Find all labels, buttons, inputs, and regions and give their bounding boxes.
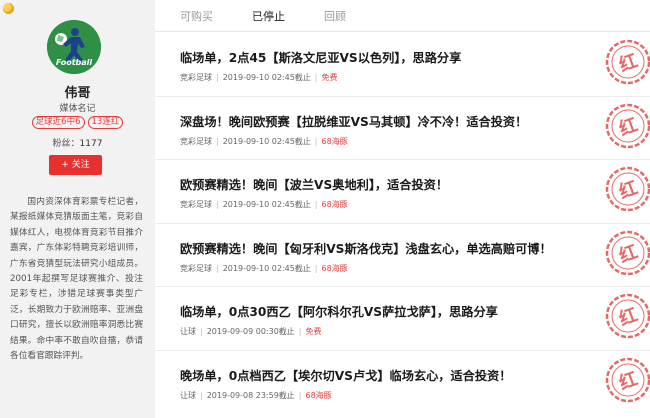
item-category: 竞彩足球 — [180, 73, 212, 82]
item-price: 68海豚 — [305, 390, 332, 400]
item-title[interactable]: 临场单，2点45【斯洛文尼亚VS以色列】，思路分享 — [180, 48, 461, 66]
svg-text:红: 红 — [616, 177, 640, 204]
football-player-icon: Football — [47, 20, 101, 74]
tab-bar: 可购买 已停止 回顾 — [155, 0, 650, 32]
item-category: 让球 — [180, 327, 196, 336]
item-price: 免费 — [321, 73, 338, 82]
item-time: 2019-09-08 23:59截止 — [206, 390, 295, 400]
item-title[interactable]: 临场单，0点30西乙【阿尔科尔孔VS萨拉戈萨】，思路分享 — [180, 302, 498, 320]
user-role: 媒体名记 — [59, 104, 96, 114]
tag-win-streak: 足球近6中6 — [31, 116, 85, 129]
svg-text:Football: Football — [56, 58, 93, 67]
list-item[interactable]: 欧预赛精选！晚间【波兰VS奥地利】，适合投资！ 竞彩足球 | 2019-09-10 … — [155, 160, 650, 224]
red-stamp-icon: 红 — [605, 39, 650, 85]
achievement-tags: 足球近6中6 13连红 — [0, 116, 155, 129]
item-time: 2019-09-10 02:45截止 — [222, 200, 311, 209]
follow-button[interactable]: + 关注 — [49, 155, 102, 175]
item-title[interactable]: 欧预赛精选！晚间【匈牙利VS斯洛伐克】浅盘玄心，单选高赔可博！ — [180, 239, 552, 257]
item-price: 68海豚 — [321, 136, 348, 146]
fans-count: 粉丝：1177 — [0, 136, 155, 149]
tab-purchasable[interactable]: 可购买 — [180, 8, 213, 24]
svg-text:红: 红 — [616, 367, 640, 394]
fans-label: 粉丝： — [52, 139, 80, 149]
item-time: 2019-09-10 02:45截止 — [222, 263, 311, 273]
red-stamp-icon: 红 — [605, 293, 650, 339]
red-stamp-icon: 红 — [605, 166, 650, 212]
article-list: 临场单，2点45【斯洛文尼亚VS以色列】，思路分享 竞彩足球 | 2019-09-1… — [155, 33, 650, 414]
item-meta: 让球 | 2019-09-08 23:59截止 | 68海豚 — [180, 390, 332, 400]
svg-text:红: 红 — [616, 113, 640, 140]
item-price: 免费 — [305, 327, 322, 336]
item-time: 2019-09-10 02:45截止 — [222, 73, 311, 82]
item-meta: 让球 | 2019-09-09 00:30截止 | 免费 — [180, 327, 322, 336]
svg-text:红: 红 — [616, 304, 640, 331]
item-category: 竞彩足球 — [180, 136, 212, 146]
user-name: 伟哥 — [64, 86, 91, 101]
list-item[interactable]: 欧预赛精选！晚间【匈牙利VS斯洛伐克】浅盘玄心，单选高赔可博！ 竞彩足球 | 201… — [155, 224, 650, 287]
item-title[interactable]: 欧预赛精选！晚间【波兰VS奥地利】，适合投资！ — [180, 175, 448, 193]
tag-consecutive-wins: 13连红 — [87, 116, 124, 129]
red-stamp-icon: 红 — [605, 230, 650, 275]
svg-text:红: 红 — [616, 50, 640, 77]
red-stamp-icon: 红 — [605, 357, 650, 402]
list-item[interactable]: 深盘场！晚间欧预赛【拉脱维亚VS马其顿】冷不冷！适合投资！ 竞彩足球 | 2019-… — [155, 97, 650, 160]
tab-stopped[interactable]: 已停止 — [252, 8, 285, 24]
profile-sidebar: Football 伟哥 媒体名记 足球近6中6 13连红 粉丝：1177 + 关… — [0, 0, 155, 418]
list-item[interactable]: 晚场单，0点档西乙【埃尔切VS卢戈】临场玄心，适合投资！ 让球 | 2019-09-… — [155, 351, 650, 415]
item-meta: 竞彩足球 | 2019-09-10 02:45截止 | 68海豚 — [180, 200, 348, 209]
list-item[interactable]: 临场单，0点30西乙【阿尔科尔孔VS萨拉戈萨】，思路分享 让球 | 2019-09-… — [155, 287, 650, 351]
item-time: 2019-09-09 00:30截止 — [206, 327, 295, 336]
site-logo-icon — [3, 3, 14, 14]
red-stamp-icon: 红 — [605, 103, 650, 148]
item-category: 让球 — [180, 390, 196, 400]
item-category: 竞彩足球 — [180, 200, 212, 209]
item-time: 2019-09-10 02:45截止 — [222, 136, 311, 146]
fans-value: 1177 — [79, 139, 103, 149]
svg-text:红: 红 — [616, 240, 640, 267]
item-meta: 竞彩足球 | 2019-09-10 02:45截止 | 免费 — [180, 73, 338, 82]
item-category: 竞彩足球 — [180, 263, 212, 273]
item-price: 68海豚 — [321, 200, 348, 209]
item-title[interactable]: 深盘场！晚间欧预赛【拉脱维亚VS马其顿】冷不冷！适合投资！ — [180, 112, 527, 130]
item-meta: 竞彩足球 | 2019-09-10 02:45截止 | 68海豚 — [180, 263, 348, 273]
item-title[interactable]: 晚场单，0点档西乙【埃尔切VS卢戈】临场玄心，适合投资！ — [180, 366, 511, 384]
tab-review[interactable]: 回顾 — [324, 8, 346, 24]
user-bio: 国内资深体育彩票专栏记者，某报纸媒体竞猜版面主笔，竞彩自媒体红人，电视体育竞彩节… — [10, 197, 143, 362]
item-meta: 竞彩足球 | 2019-09-10 02:45截止 | 68海豚 — [180, 136, 348, 146]
avatar[interactable]: Football — [47, 20, 101, 74]
list-item[interactable]: 临场单，2点45【斯洛文尼亚VS以色列】，思路分享 竞彩足球 | 2019-09-1… — [155, 33, 650, 97]
item-price: 68海豚 — [321, 263, 348, 273]
